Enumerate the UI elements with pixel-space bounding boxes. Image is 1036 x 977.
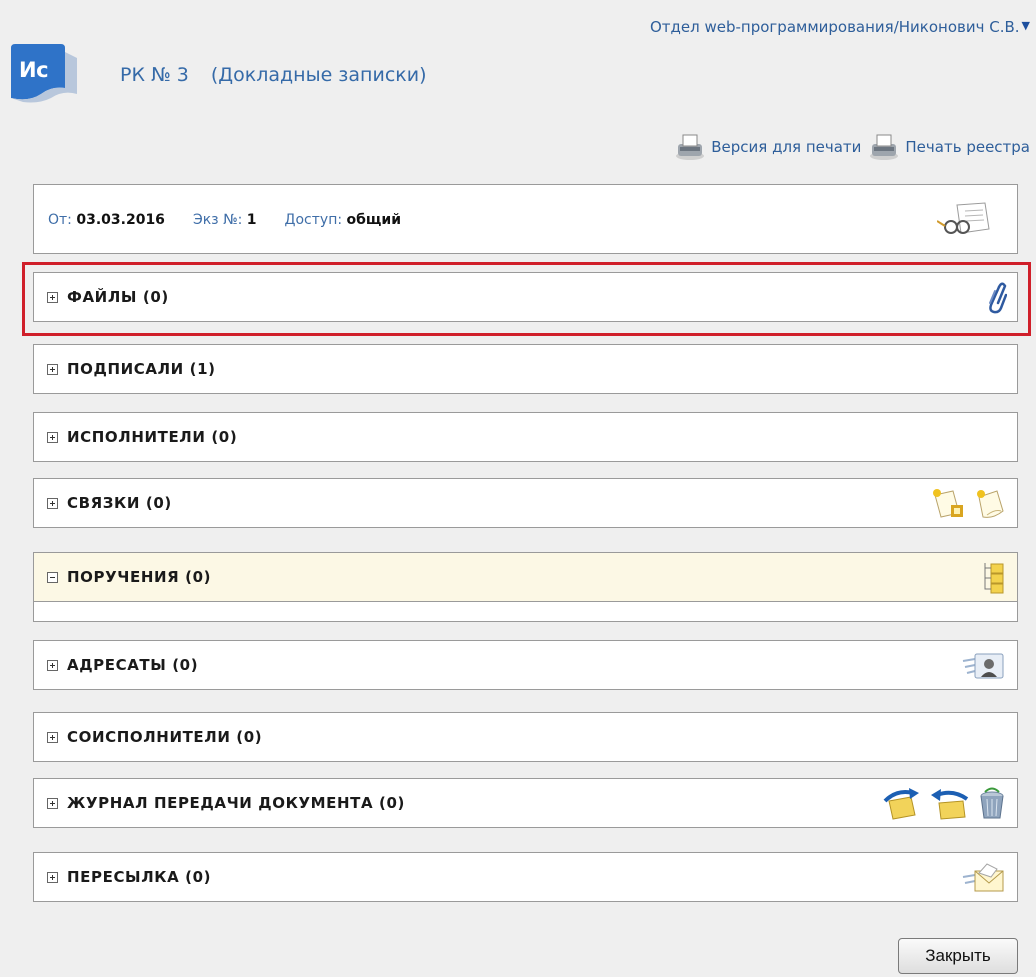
section-label: СВЯЗКИ (0): [67, 494, 172, 512]
print-registry-link[interactable]: Печать реестра: [867, 132, 1030, 162]
logo-text: Ис: [19, 58, 49, 82]
section-executors[interactable]: ИСПОЛНИТЕЛИ (0): [33, 412, 1018, 462]
forward-mail-icon[interactable]: [961, 861, 1007, 895]
section-label: ФАЙЛЫ (0): [67, 288, 169, 306]
user-menu-label: Отдел web-программирования/Никонович С.В…: [649, 18, 1020, 36]
document-info-row: От: 03.03.2016 Экз №: 1 Доступ: общий: [48, 212, 401, 228]
access-value: общий: [346, 212, 402, 228]
document-info-panel: От: 03.03.2016 Экз №: 1 Доступ: общий: [33, 184, 1018, 254]
section-co-executors[interactable]: СОИСПОЛНИТЕЛИ (0): [33, 712, 1018, 762]
section-label: ПОДПИСАЛИ (1): [67, 360, 216, 378]
printer-icon: [676, 134, 705, 160]
section-signed[interactable]: ПОДПИСАЛИ (1): [33, 344, 1018, 394]
doc-type: (Докладные записки): [210, 64, 427, 86]
from-label: От:: [48, 212, 72, 228]
doc-number: РК № 3: [120, 64, 189, 86]
paperclip-icon[interactable]: [985, 281, 1007, 315]
send-document-icon[interactable]: [881, 787, 923, 821]
print-registry-label: Печать реестра: [905, 138, 1030, 156]
contact-card-icon[interactable]: [961, 649, 1007, 683]
assignments-content: [33, 602, 1018, 622]
edit-details-icon[interactable]: [937, 199, 993, 239]
expand-icon[interactable]: [47, 498, 58, 509]
print-version-label: Версия для печати: [711, 138, 862, 156]
page-title: РК № 3 (Докладные записки): [120, 64, 427, 86]
section-assignments[interactable]: ПОРУЧЕНИЯ (0): [33, 552, 1018, 602]
copy-label: Экз №:: [192, 212, 243, 228]
section-files[interactable]: ФАЙЛЫ (0): [33, 272, 1018, 322]
add-note-icon[interactable]: [973, 487, 1007, 521]
print-version-link[interactable]: Версия для печати: [673, 132, 861, 162]
expand-icon[interactable]: [47, 732, 58, 743]
section-forwarding[interactable]: ПЕРЕСЫЛКА (0): [33, 852, 1018, 902]
return-document-icon[interactable]: [929, 787, 971, 821]
copy-value: 1: [246, 212, 257, 228]
user-menu[interactable]: Отдел web-программирования/Никонович С.В…: [650, 18, 1030, 36]
section-transfer-log[interactable]: ЖУРНАЛ ПЕРЕДАЧИ ДОКУМЕНТА (0): [33, 778, 1018, 828]
section-label: АДРЕСАТЫ (0): [67, 656, 199, 674]
section-links[interactable]: СВЯЗКИ (0): [33, 478, 1018, 528]
expand-icon[interactable]: [47, 660, 58, 671]
expand-icon[interactable]: [47, 432, 58, 443]
section-addressees[interactable]: АДРЕСАТЫ (0): [33, 640, 1018, 690]
expand-icon[interactable]: [47, 292, 58, 303]
section-label: ПЕРЕСЫЛКА (0): [67, 868, 212, 886]
section-label: СОИСПОЛНИТЕЛИ (0): [67, 728, 263, 746]
add-link-icon[interactable]: [929, 487, 967, 521]
section-label: ИСПОЛНИТЕЛИ (0): [67, 428, 238, 446]
expand-icon[interactable]: [47, 798, 58, 809]
print-toolbar: Версия для печати Печать реестра: [673, 132, 1030, 162]
expand-icon[interactable]: [47, 872, 58, 883]
folder-tree-icon[interactable]: [981, 561, 1007, 595]
collapse-icon[interactable]: [47, 572, 58, 583]
recycle-bin-icon[interactable]: [977, 787, 1007, 821]
printer-icon: [870, 134, 899, 160]
close-button[interactable]: Закрыть: [898, 938, 1018, 974]
from-value: 03.03.2016: [76, 212, 165, 228]
section-label: ЖУРНАЛ ПЕРЕДАЧИ ДОКУМЕНТА (0): [67, 794, 405, 812]
access-label: Доступ:: [284, 212, 343, 228]
section-label: ПОРУЧЕНИЯ (0): [67, 568, 212, 586]
app-logo: Ис: [11, 44, 77, 104]
dropdown-arrow-icon: ▼: [1021, 19, 1030, 32]
expand-icon[interactable]: [47, 364, 58, 375]
